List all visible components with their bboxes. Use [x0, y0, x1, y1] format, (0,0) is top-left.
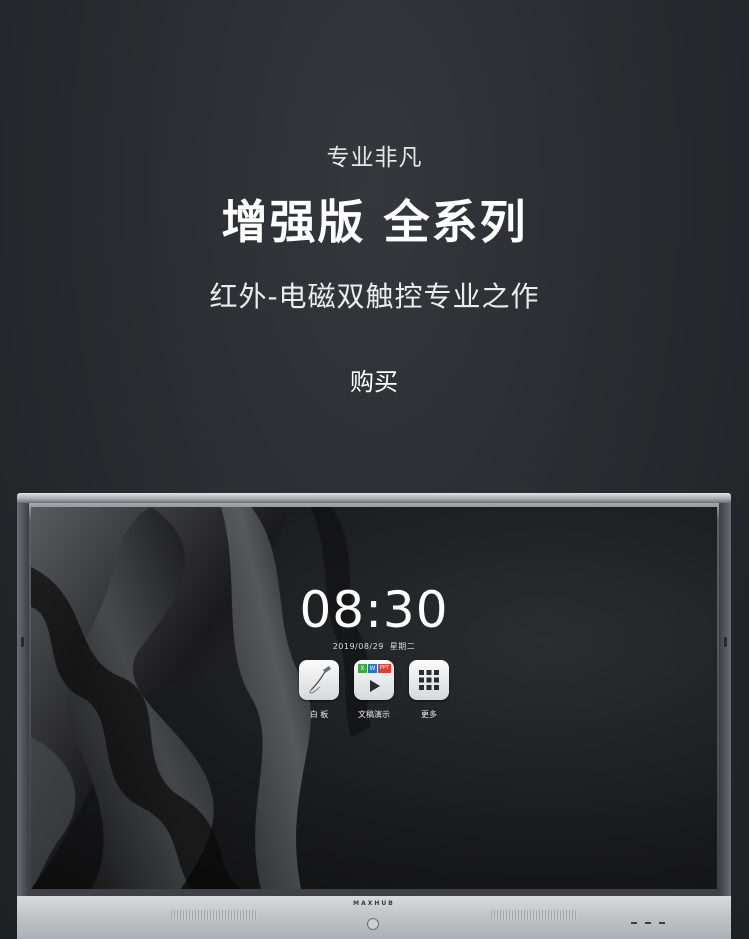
apps-grid-icon: [409, 660, 449, 700]
date-value: 2019/08/29: [332, 642, 384, 651]
whiteboard-pen-icon: [299, 660, 339, 700]
monitor-bottom-bezel: MAXHUB: [17, 896, 731, 939]
speaker-grille-left: [171, 910, 257, 920]
app-whiteboard[interactable]: 白 板: [294, 660, 344, 720]
side-port-right: [724, 637, 727, 647]
app-launcher: 白 板 X W PPT 文稿演示 更多: [31, 660, 717, 720]
monitor-right-bezel: [719, 503, 731, 898]
hero-section: 专业非凡 增强版 全系列 红外-电磁双触控专业之作 购买: [0, 0, 749, 480]
buy-link[interactable]: 购买: [324, 362, 424, 402]
monitor-left-bezel: [17, 503, 29, 898]
app-more-label: 更多: [421, 710, 437, 719]
monitor-top-bezel: [17, 493, 731, 503]
hero-subtitle: 红外-电磁双触控专业之作: [209, 280, 540, 313]
display-screen: 08:30 2019/08/29 星期二 白 板 X W PPT 文稿演示 更多: [31, 507, 717, 889]
front-button-3[interactable]: [659, 922, 665, 924]
app-whiteboard-label: 白 板: [309, 710, 329, 719]
clock-time: 08:30: [299, 581, 449, 639]
brand-logo: MAXHUB: [353, 900, 395, 907]
speaker-grille-right: [491, 910, 577, 920]
clock-date: 2019/08/29 星期二: [31, 641, 717, 652]
interactive-display: 08:30 2019/08/29 星期二 白 板 X W PPT 文稿演示 更多…: [17, 493, 731, 939]
hero-title: 增强版 全系列: [221, 195, 528, 249]
weekday-value: 星期二: [389, 642, 416, 651]
front-button-1[interactable]: [631, 922, 637, 924]
app-more[interactable]: 更多: [404, 660, 454, 720]
power-button-icon[interactable]: [367, 918, 379, 930]
app-presentation-label: 文稿演示: [358, 710, 390, 719]
app-presentation[interactable]: X W PPT 文稿演示: [349, 660, 399, 720]
play-icon: [370, 680, 380, 692]
front-button-2[interactable]: [645, 922, 651, 924]
hero-eyebrow: 专业非凡: [326, 145, 423, 171]
side-port-left: [21, 637, 24, 647]
presentation-icon: X W PPT: [354, 660, 394, 700]
